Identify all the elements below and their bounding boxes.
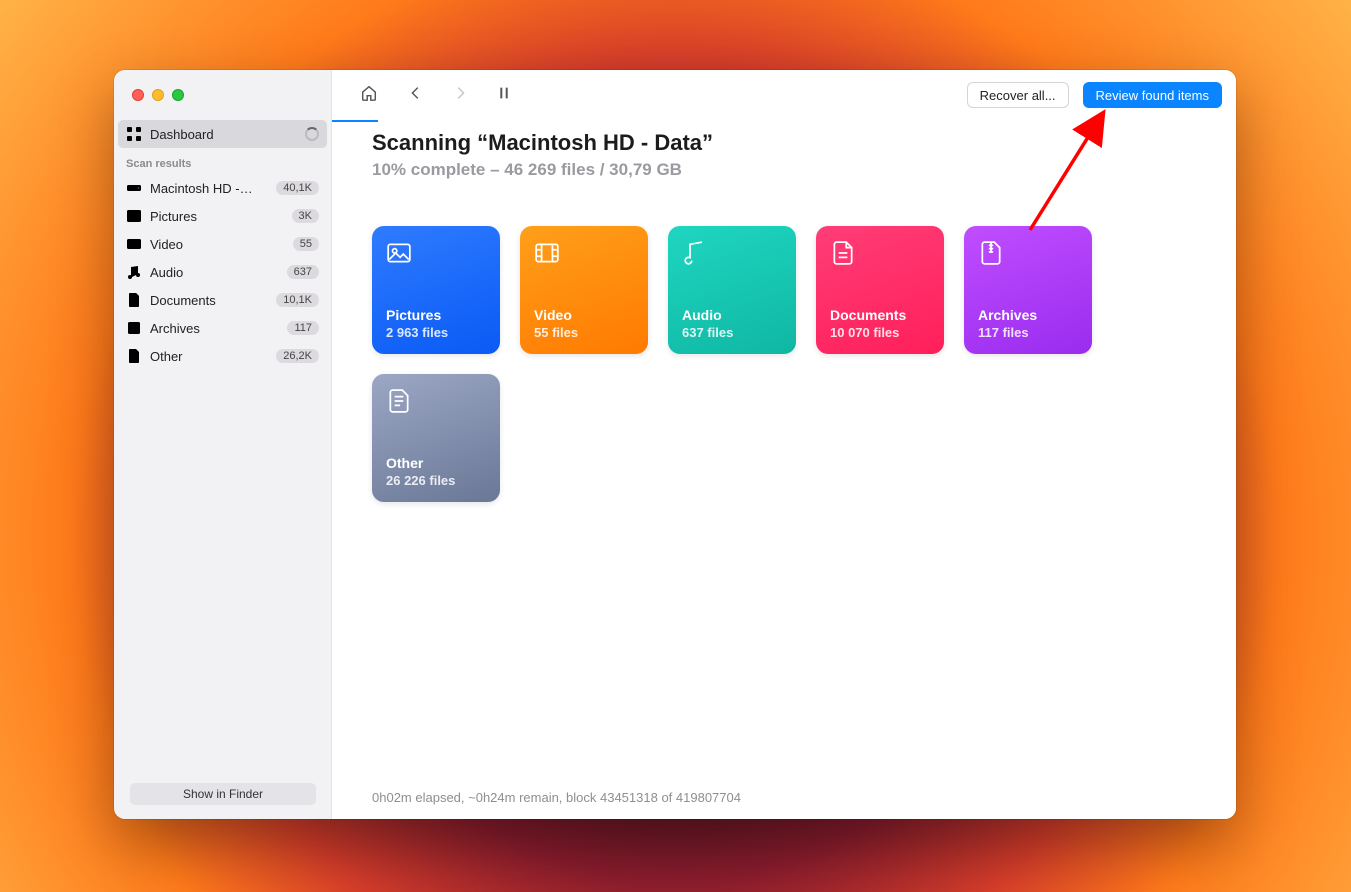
music-note-icon <box>126 264 142 280</box>
music-note-icon <box>682 240 708 266</box>
nav-forward-button[interactable] <box>440 78 480 112</box>
status-bar: 0h02m elapsed, ~0h24m remain, block 4345… <box>372 790 741 805</box>
scan-title: Scanning “Macintosh HD - Data” <box>372 130 1196 156</box>
film-icon <box>534 240 560 266</box>
drive-icon <box>126 180 142 196</box>
card-documents[interactable]: Documents 10 070 files <box>816 226 944 354</box>
card-subtitle: 2 963 files <box>386 325 486 340</box>
show-in-finder-button[interactable]: Show in Finder <box>130 783 316 805</box>
recover-all-button[interactable]: Recover all... <box>967 82 1069 108</box>
zip-icon <box>978 240 1004 266</box>
video-icon <box>126 236 142 252</box>
sidebar-item-label: Video <box>150 237 285 252</box>
pause-scan-button[interactable] <box>484 78 524 112</box>
toolbar: Recover all... Review found items <box>332 70 1236 120</box>
sidebar-item-audio[interactable]: Audio 637 <box>118 258 327 286</box>
count-badge: 55 <box>293 237 319 251</box>
grid-icon <box>126 126 142 142</box>
card-video[interactable]: Video 55 files <box>520 226 648 354</box>
window-traffic-lights <box>114 70 331 120</box>
card-pictures[interactable]: Pictures 2 963 files <box>372 226 500 354</box>
card-title: Pictures <box>386 307 486 323</box>
sidebar-item-label: Audio <box>150 265 279 280</box>
count-badge: 637 <box>287 265 319 279</box>
count-badge: 3K <box>292 209 319 223</box>
file-icon <box>386 388 412 414</box>
home-icon <box>360 84 378 107</box>
count-badge: 10,1K <box>276 293 319 307</box>
window-close-button[interactable] <box>132 89 144 101</box>
card-audio[interactable]: Audio 637 files <box>668 226 796 354</box>
chevron-left-icon <box>407 84 425 107</box>
picture-icon <box>126 208 142 224</box>
card-archives[interactable]: Archives 117 files <box>964 226 1092 354</box>
chevron-right-icon <box>451 84 469 107</box>
sidebar-section-title: Scan results <box>114 148 331 174</box>
sidebar-footer: Show in Finder <box>114 775 331 819</box>
pause-icon <box>495 84 513 107</box>
sidebar-item-archives[interactable]: Archives 117 <box>118 314 327 342</box>
card-other[interactable]: Other 26 226 files <box>372 374 500 502</box>
sidebar: Dashboard Scan results Macintosh HD -… 4… <box>114 70 332 819</box>
window-zoom-button[interactable] <box>172 89 184 101</box>
card-title: Other <box>386 455 486 471</box>
count-badge: 40,1K <box>276 181 319 195</box>
card-title: Documents <box>830 307 930 323</box>
card-subtitle: 10 070 files <box>830 325 930 340</box>
picture-icon <box>386 240 412 266</box>
app-window: Dashboard Scan results Macintosh HD -… 4… <box>114 70 1236 819</box>
sidebar-item-dashboard[interactable]: Dashboard <box>118 120 327 148</box>
sidebar-item-label: Macintosh HD -… <box>150 181 268 196</box>
file-icon <box>126 348 142 364</box>
category-cards: Pictures 2 963 files Video 55 files Audi… <box>372 226 1196 502</box>
card-subtitle: 55 files <box>534 325 634 340</box>
card-title: Video <box>534 307 634 323</box>
sidebar-item-other[interactable]: Other 26,2K <box>118 342 327 370</box>
active-tab-indicator <box>332 120 378 122</box>
archive-icon <box>126 320 142 336</box>
sidebar-item-label: Other <box>150 349 268 364</box>
sidebar-item-pictures[interactable]: Pictures 3K <box>118 202 327 230</box>
scan-subtitle: 10% complete – 46 269 files / 30,79 GB <box>372 160 1196 180</box>
loading-spinner-icon <box>305 127 319 141</box>
sidebar-item-drive[interactable]: Macintosh HD -… 40,1K <box>118 174 327 202</box>
sidebar-item-label: Documents <box>150 293 268 308</box>
card-title: Archives <box>978 307 1078 323</box>
document-icon <box>830 240 856 266</box>
count-badge: 26,2K <box>276 349 319 363</box>
card-subtitle: 637 files <box>682 325 782 340</box>
content-area: Scanning “Macintosh HD - Data” 10% compl… <box>332 120 1236 819</box>
window-minimize-button[interactable] <box>152 89 164 101</box>
document-icon <box>126 292 142 308</box>
sidebar-item-label: Archives <box>150 321 279 336</box>
card-subtitle: 26 226 files <box>386 473 486 488</box>
count-badge: 117 <box>287 321 319 335</box>
review-found-items-button[interactable]: Review found items <box>1083 82 1222 108</box>
card-title: Audio <box>682 307 782 323</box>
main-panel: Recover all... Review found items Scanni… <box>332 70 1236 819</box>
card-subtitle: 117 files <box>978 325 1078 340</box>
nav-back-button[interactable] <box>396 78 436 112</box>
tab-home[interactable] <box>346 78 392 112</box>
sidebar-item-label: Pictures <box>150 209 284 224</box>
sidebar-item-video[interactable]: Video 55 <box>118 230 327 258</box>
sidebar-item-documents[interactable]: Documents 10,1K <box>118 286 327 314</box>
sidebar-item-label: Dashboard <box>150 127 297 142</box>
